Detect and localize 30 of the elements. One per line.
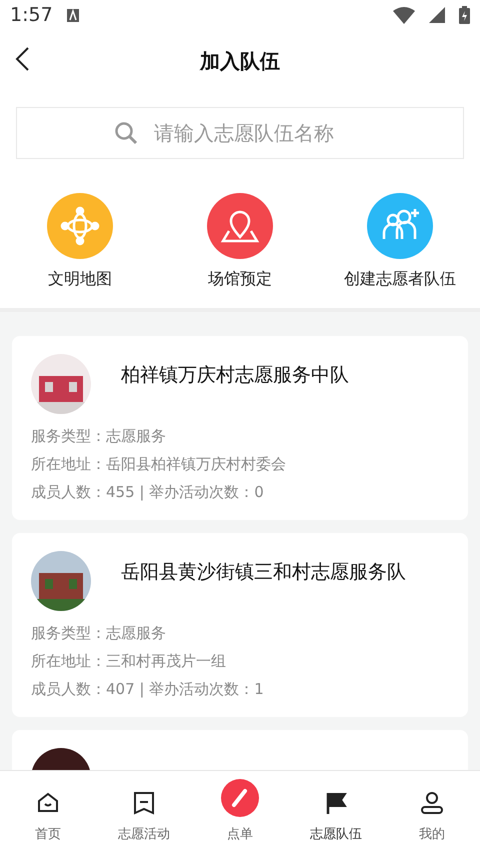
team-name: 岳阳县黄沙街镇三和村志愿服务队 [121,560,406,585]
team-card[interactable]: 岳阳县黄沙街镇三和村志愿服务队 服务类型：志愿服务 所在地址：三和村再茂片一组 成员人数：407 | 举办活动次数：1 [12,533,468,717]
user-icon [420,791,444,815]
battery-icon [459,6,470,24]
team-stats: 成员人数：455 | 举办活动次数：0 [31,483,265,502]
signal-icon [429,7,445,23]
tab-item[interactable]: 志愿队伍 [288,771,384,853]
shortcut-button[interactable]: 场馆预定 [160,193,320,290]
tab-item[interactable]: 首页 [0,771,96,853]
tab-item[interactable]: 点单 [192,771,288,853]
page-title: 加入队伍 [200,48,280,74]
wifi-icon [393,6,415,24]
home-icon [36,791,60,815]
service-type: 服务类型：志愿服务 [31,427,167,446]
shortcut-button[interactable]: 创建志愿者队伍 [320,193,480,290]
back-icon [14,46,30,72]
status-time: 1:57 [10,4,53,26]
search-icon [114,121,138,145]
notification-icon [66,8,79,22]
shortcut-button[interactable]: 文明地图 [0,193,160,290]
team-card[interactable]: 柏祥镇万庆村志愿服务中队 服务类型：志愿服务 所在地址：岳阳县柏祥镇万庆村村委会 成员人数：455 | 举办活动次数：0 [12,336,468,520]
service-type: 服务类型：志愿服务 [31,624,167,643]
bookmark-icon [133,791,155,815]
team-stats: 成员人数：407 | 举办活动次数：1 [31,680,265,699]
team-address: 所在地址：三和村再茂片一组 [31,652,227,671]
team-address: 所在地址：岳阳县柏祥镇万庆村村委会 [31,455,287,474]
tab-item[interactable]: 我的 [384,771,480,853]
team-name: 柏祥镇万庆村志愿服务中队 [121,363,349,388]
pen-icon [221,779,259,817]
tab-item[interactable]: 志愿活动 [96,771,192,853]
